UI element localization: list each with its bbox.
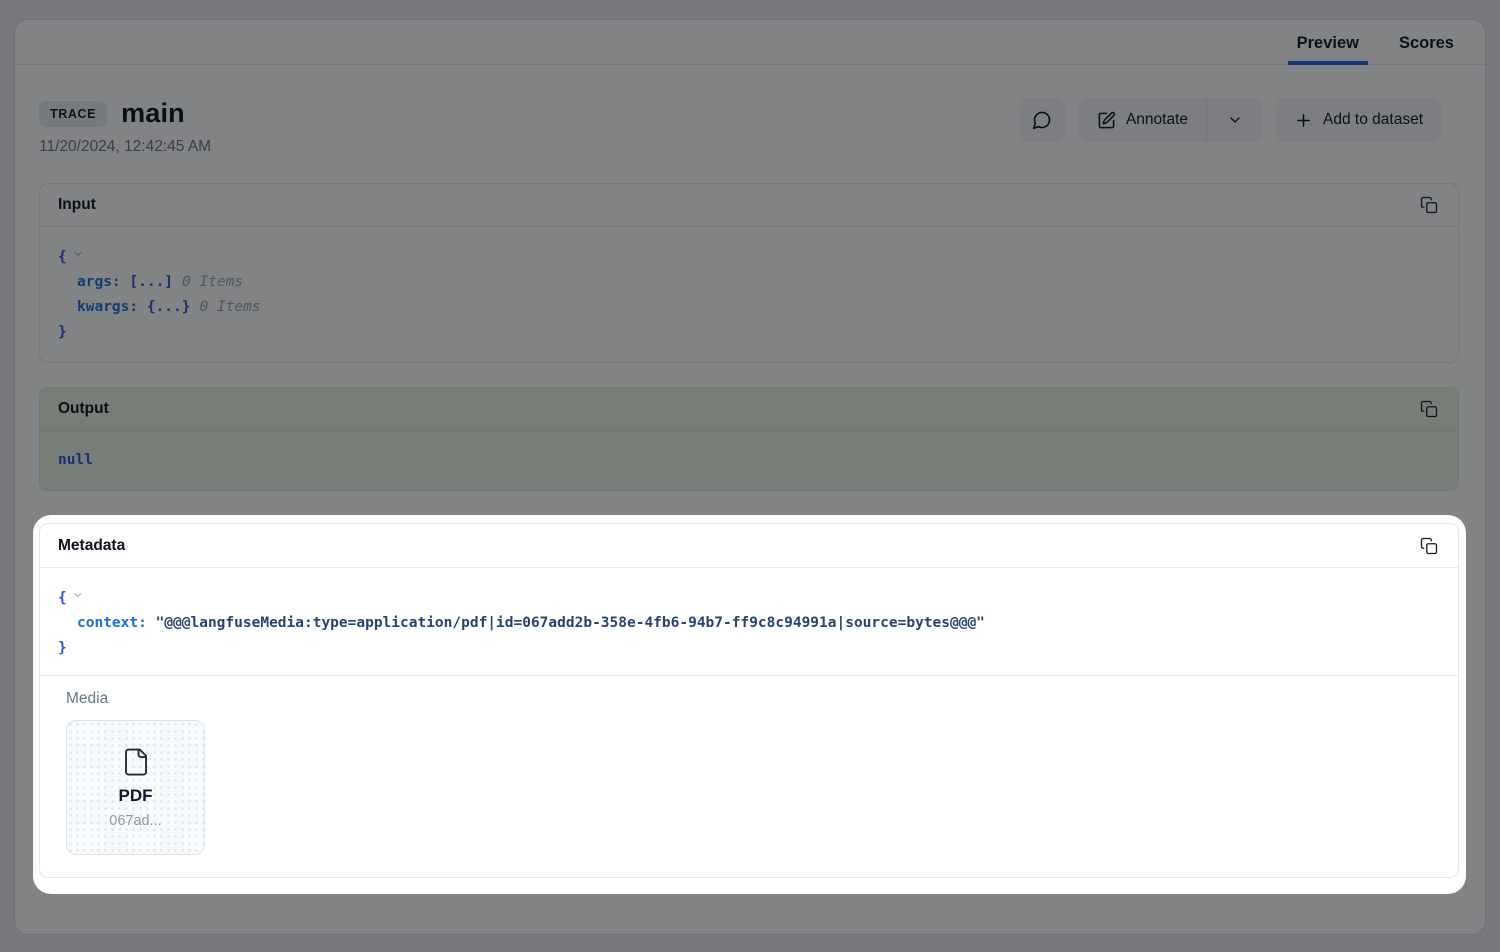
copy-output-button[interactable]: [1414, 394, 1444, 424]
chevron-down-icon: [1227, 112, 1243, 128]
add-to-dataset-button[interactable]: Add to dataset: [1276, 98, 1441, 142]
copy-icon: [1420, 400, 1438, 418]
metadata-panel: Metadata { context: "@@@langfuseMedia:ty…: [39, 523, 1459, 878]
input-panel-title: Input: [58, 196, 96, 214]
output-null-value: null: [58, 452, 93, 468]
copy-metadata-button[interactable]: [1414, 531, 1444, 561]
output-panel: Output null: [39, 387, 1459, 491]
file-icon: [121, 747, 151, 779]
media-section-label: Media: [66, 690, 1432, 708]
json-key: context:: [77, 615, 147, 631]
output-json-viewer: null: [40, 431, 1458, 490]
trace-detail-card: Preview Scores TRACE main 11/20/2024, 12…: [14, 19, 1486, 935]
copy-input-button[interactable]: [1414, 190, 1444, 220]
metadata-panel-header: Metadata: [40, 524, 1458, 568]
trace-content: TRACE main 11/20/2024, 12:42:45 AM: [15, 65, 1485, 878]
trace-identity: TRACE main 11/20/2024, 12:42:45 AM: [39, 98, 211, 156]
json-open-brace: {: [58, 590, 67, 606]
metadata-panel-title: Metadata: [58, 537, 125, 555]
json-key: args:: [77, 274, 121, 290]
output-panel-header: Output: [40, 388, 1458, 431]
square-pen-icon: [1097, 111, 1116, 130]
input-panel: Input { args: [...] 0 Items kwargs: {...}…: [39, 183, 1459, 363]
annotate-button[interactable]: Annotate: [1079, 98, 1206, 142]
media-section: Media PDF 067ad...: [40, 675, 1458, 877]
media-pdf-tile[interactable]: PDF 067ad...: [66, 720, 205, 855]
page-background: Preview Scores TRACE main 11/20/2024, 12…: [0, 0, 1500, 952]
comment-button[interactable]: [1020, 98, 1065, 142]
json-key: kwargs:: [77, 299, 138, 315]
tab-preview[interactable]: Preview: [1288, 34, 1368, 64]
annotate-label: Annotate: [1126, 111, 1188, 129]
copy-icon: [1420, 196, 1438, 214]
input-json-viewer: { args: [...] 0 Items kwargs: {...} 0 Item…: [40, 227, 1458, 362]
json-collapsed-value: {...}: [147, 299, 191, 315]
annotate-split-button: Annotate: [1079, 98, 1262, 142]
json-close-brace: }: [58, 640, 67, 656]
trace-actions: Annotate Add to dataset: [1020, 98, 1441, 142]
copy-icon: [1420, 537, 1438, 555]
json-collapsed-value: [...]: [129, 274, 173, 290]
json-items-note: 0 Items: [182, 274, 243, 290]
tab-scores[interactable]: Scores: [1390, 34, 1463, 64]
trace-timestamp: 11/20/2024, 12:42:45 AM: [39, 138, 211, 156]
json-items-note: 0 Items: [200, 299, 261, 315]
page-title: main: [121, 98, 185, 129]
trace-type-badge: TRACE: [39, 101, 107, 127]
comment-icon: [1032, 110, 1052, 130]
chevron-down-icon[interactable]: [72, 585, 84, 610]
plus-icon: [1294, 111, 1313, 130]
chevron-down-icon[interactable]: [72, 244, 84, 269]
json-string-value: "@@@langfuseMedia:type=application/pdf|i…: [156, 615, 985, 631]
media-file-type: PDF: [119, 786, 153, 806]
tabbar: Preview Scores: [15, 20, 1485, 65]
output-panel-title: Output: [58, 400, 109, 418]
trace-header: TRACE main 11/20/2024, 12:42:45 AM: [39, 98, 1459, 156]
metadata-json-viewer: { context: "@@@langfuseMedia:type=applic…: [40, 568, 1458, 661]
media-file-id: 067ad...: [109, 813, 161, 829]
json-close-brace: }: [58, 324, 67, 340]
json-open-brace: {: [58, 249, 67, 265]
input-panel-header: Input: [40, 184, 1458, 227]
annotate-dropdown-button[interactable]: [1207, 98, 1262, 142]
add-to-dataset-label: Add to dataset: [1323, 111, 1423, 129]
